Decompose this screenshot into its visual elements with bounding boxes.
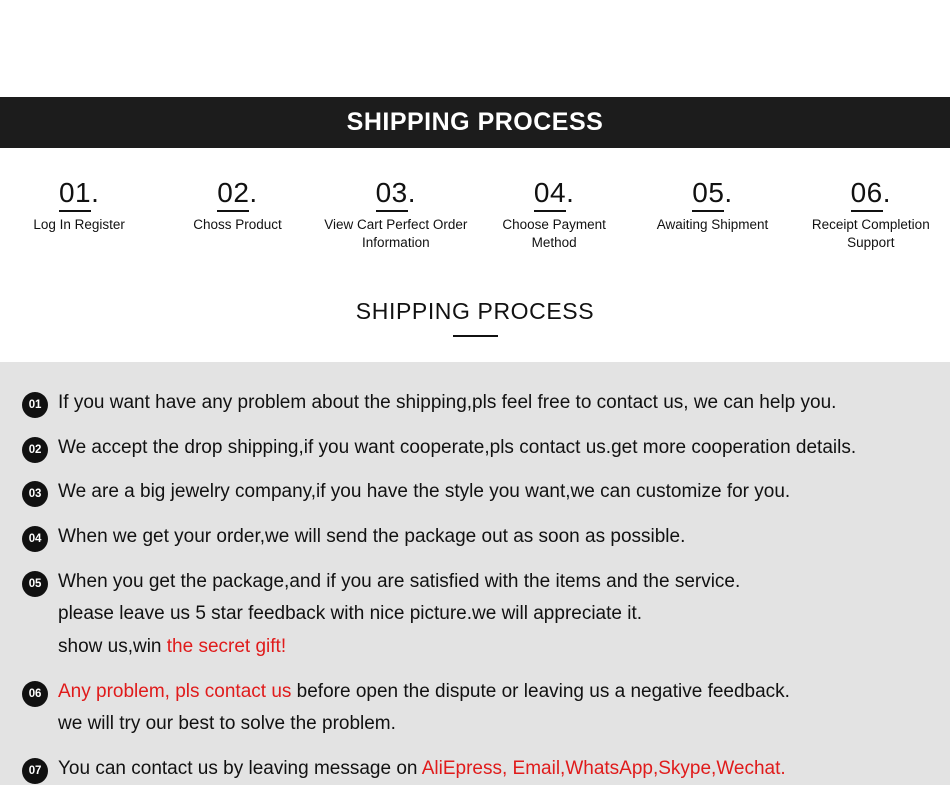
page-root: SHIPPING PROCESS 01. Log In Register 02.…	[0, 0, 950, 785]
step-number-digits: 02	[217, 177, 250, 212]
note-text: When we get your order,we will send the …	[58, 521, 932, 554]
note-badge: 03	[22, 481, 48, 508]
note-text-line: We accept the drop shipping,if you want …	[58, 432, 932, 465]
banner-title: SHIPPING PROCESS	[346, 108, 604, 136]
note-text-segment: before open the dispute or leaving us a …	[291, 680, 790, 702]
step-number-dot: .	[882, 177, 892, 208]
subheading-section: SHIPPING PROCESS	[0, 288, 950, 362]
step-label-06: Receipt Completion Support	[811, 217, 930, 250]
top-spacer	[0, 0, 950, 97]
step-number-03: 03.	[321, 177, 471, 212]
note-text: If you want have any problem about the s…	[58, 387, 932, 420]
step-label-03: View Cart Perfect Order Information	[324, 217, 468, 250]
note-text-line: When you get the package,and if you are …	[58, 566, 932, 599]
process-step-01: 01. Log In Register	[0, 177, 158, 234]
step-number-dot: .	[249, 177, 258, 208]
note-text-highlight: the secret gift!	[166, 636, 287, 658]
note-text-line: When we get your order,we will send the …	[58, 521, 932, 554]
note-item: 05 When you get the package,and if you ar…	[0, 566, 950, 664]
note-badge: 07	[22, 758, 48, 785]
step-number-digits: 01	[58, 177, 92, 212]
note-text: Any problem, pls contact us before open …	[58, 676, 932, 741]
note-text-segment: we will try our best to solve the proble…	[58, 713, 396, 735]
note-text-segment: We are a big jewelry company,if you have…	[58, 481, 791, 503]
note-text: We accept the drop shipping,if you want …	[58, 432, 932, 465]
note-badge: 04	[22, 526, 48, 553]
note-item: 01 If you want have any problem about the…	[0, 387, 950, 420]
note-text-line: Any problem, pls contact us before open …	[58, 676, 932, 709]
note-text-segment: please leave us 5 star feedback with nic…	[58, 603, 643, 625]
note-badge: 01	[22, 392, 48, 418]
note-badge: 05	[22, 570, 48, 597]
step-number-digits: 04	[533, 177, 567, 212]
process-step-05: 05. Awaiting Shipment	[633, 177, 791, 234]
step-number-01: 01.	[4, 177, 154, 212]
note-text-line: please leave us 5 star feedback with nic…	[58, 598, 932, 631]
step-number-06: 06.	[796, 177, 946, 212]
shipping-process-banner: SHIPPING PROCESS	[0, 97, 950, 148]
step-label-05: Awaiting Shipment	[656, 217, 769, 233]
note-text-line: If you want have any problem about the s…	[58, 387, 932, 420]
note-text-segment: You can contact us by leaving message on	[58, 758, 422, 780]
step-number-digits: 05	[692, 177, 725, 212]
note-item: 06 Any problem, pls contact us before ope…	[0, 676, 950, 741]
subheading-divider	[452, 335, 498, 337]
note-badge: 02	[22, 436, 48, 463]
note-text-line: We are a big jewelry company,if you have…	[58, 476, 932, 509]
step-number-dot: .	[91, 177, 100, 208]
process-step-02: 02. Choss Product	[158, 177, 316, 234]
subheading-title: SHIPPING PROCESS	[355, 298, 595, 324]
process-step-03: 03. View Cart Perfect Order Information	[317, 177, 475, 251]
note-item: 07 You can contact us by leaving message …	[0, 753, 950, 786]
note-badge: 06	[22, 680, 48, 707]
note-text-highlight: AliEpress, Email,WhatsApp,Skype,Wechat.	[421, 758, 786, 780]
note-text-highlight: Any problem, pls contact us	[58, 680, 292, 702]
step-number-dot: .	[407, 177, 417, 208]
note-text-segment: We accept the drop shipping,if you want …	[58, 436, 857, 458]
note-text-segment: show us,win	[58, 636, 167, 658]
step-number-digits: 03	[375, 177, 408, 212]
note-text-segment: When we get your order,we will send the …	[58, 526, 686, 548]
step-number-04: 04.	[479, 177, 629, 212]
step-label-04: Choose Payment Method	[502, 217, 606, 250]
step-number-digits: 06	[850, 177, 883, 212]
step-number-dot: .	[566, 177, 575, 208]
step-label-01: Log In Register	[33, 217, 125, 233]
note-text: We are a big jewelry company,if you have…	[58, 476, 932, 509]
process-step-04: 04. Choose Payment Method	[475, 177, 633, 251]
note-text: You can contact us by leaving message on…	[58, 753, 932, 786]
step-number-02: 02.	[162, 177, 312, 212]
process-step-06: 06. Receipt Completion Support	[792, 177, 950, 251]
step-number-05: 05.	[637, 177, 787, 212]
note-text-line: You can contact us by leaving message on…	[58, 753, 932, 786]
step-number-dot: .	[724, 177, 733, 208]
note-text: When you get the package,and if you are …	[58, 566, 932, 664]
note-text-segment: If you want have any problem about the s…	[58, 392, 837, 413]
note-text-segment: When you get the package,and if you are …	[58, 570, 741, 592]
process-steps-row: 01. Log In Register 02. Choss Product 03…	[0, 148, 950, 288]
note-item: 02 We accept the drop shipping,if you wan…	[0, 432, 950, 465]
notes-panel: 01 If you want have any problem about the…	[0, 362, 950, 785]
note-text-line: show us,win the secret gift!	[58, 631, 932, 664]
note-item: 04 When we get your order,we will send th…	[0, 521, 950, 554]
note-item: 03 We are a big jewelry company,if you ha…	[0, 476, 950, 509]
step-label-02: Choss Product	[193, 217, 282, 233]
note-text-line: we will try our best to solve the proble…	[58, 708, 932, 741]
